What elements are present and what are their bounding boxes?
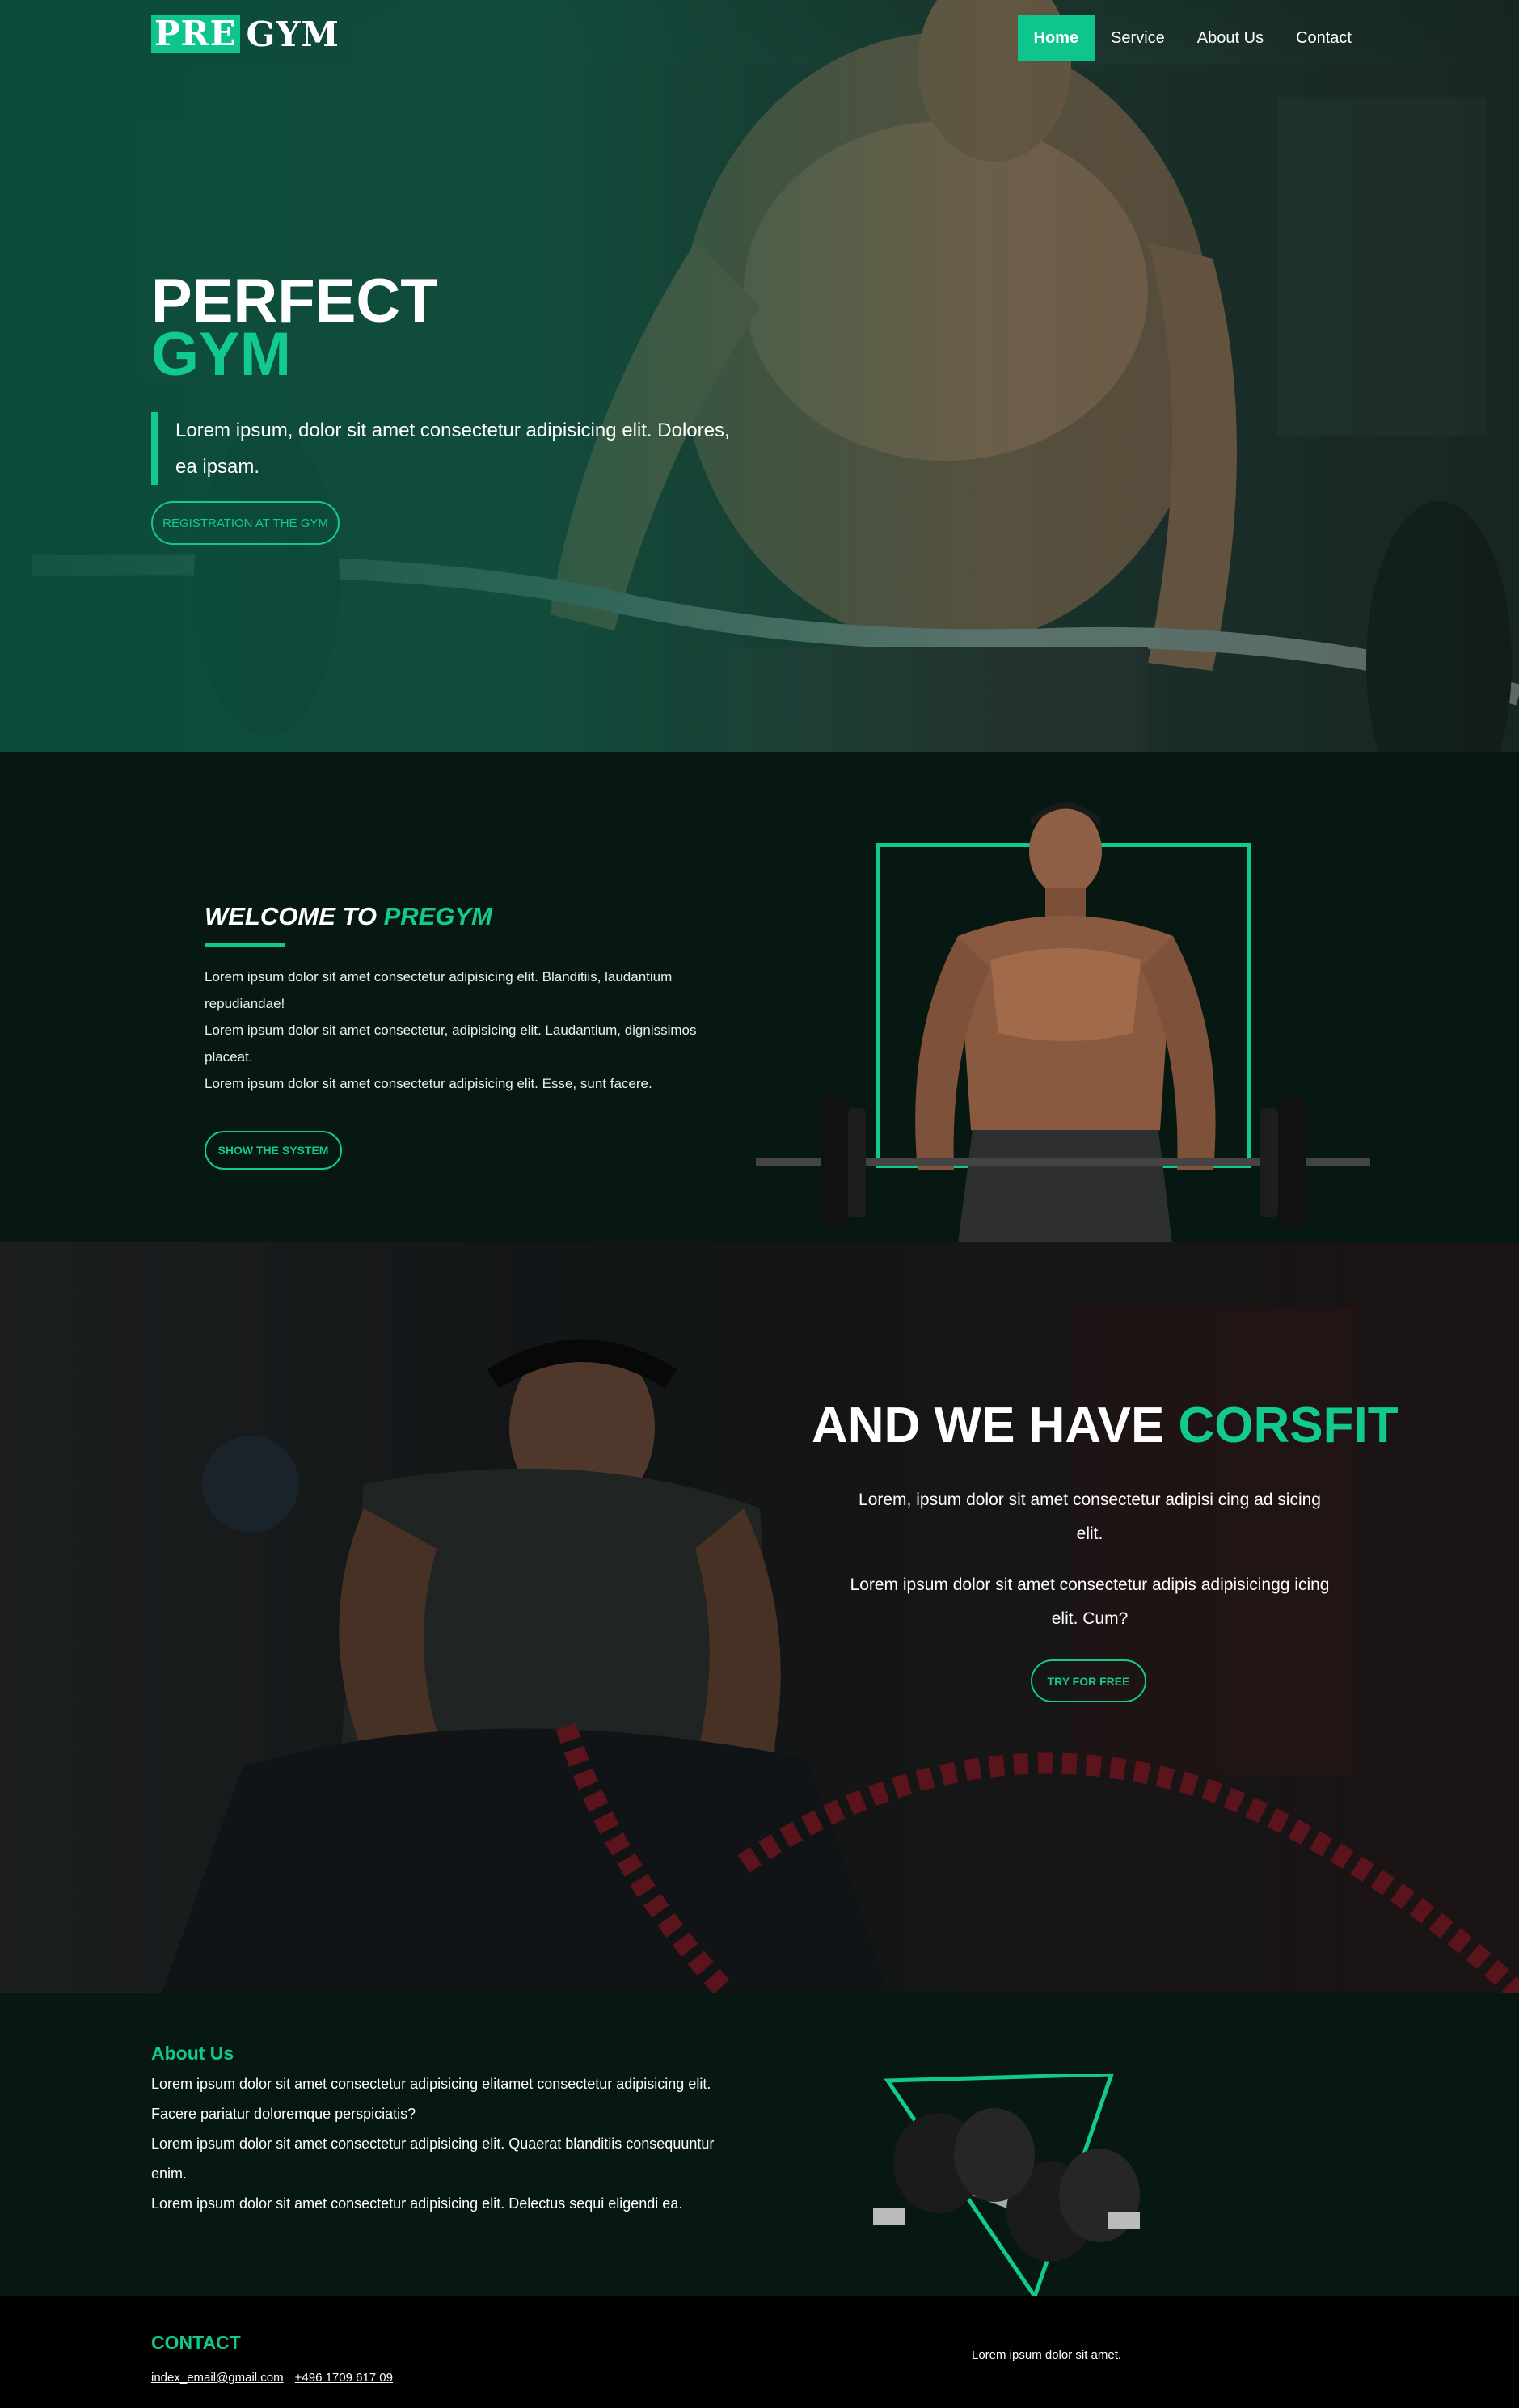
register-button[interactable]: REGISTRATION AT THE GYM: [151, 501, 340, 545]
crossfit-title-prefix: AND WE HAVE: [812, 1398, 1179, 1453]
welcome-text-line: Lorem ipsum dolor sit amet consectetur, …: [205, 1023, 697, 1065]
about-text: Lorem ipsum dolor sit amet consectetur a…: [151, 2069, 733, 2219]
hero-title-line2: GYM: [151, 320, 292, 389]
crossfit-section: AND WE HAVE CORSFIT Lorem, ipsum dolor s…: [0, 1242, 1519, 1993]
welcome-title-prefix: WELCOME TO: [205, 902, 384, 930]
nav-about-us[interactable]: About Us: [1181, 15, 1280, 61]
show-system-button[interactable]: SHOW THE SYSTEM: [205, 1131, 342, 1170]
crossfit-text-1: Lorem, ipsum dolor sit amet consectetur …: [859, 1491, 1321, 1543]
logo[interactable]: PRE GYM: [151, 14, 340, 54]
hero-title: PERFECT GYM: [151, 271, 438, 389]
welcome-text-line: Lorem ipsum dolor sit amet consectetur a…: [205, 1076, 652, 1091]
contact-title: CONTACT: [151, 2332, 241, 2353]
welcome-text: Lorem ipsum dolor sit amet consectetur a…: [205, 964, 722, 1097]
nav-contact[interactable]: Contact: [1280, 15, 1368, 61]
dumbbell-image: [873, 2074, 1140, 2301]
hero-section: PRE GYM Home Service About Us Contact PE…: [0, 0, 1519, 752]
nav-home[interactable]: Home: [1017, 15, 1095, 61]
about-text-line: Lorem ipsum dolor sit amet consectetur a…: [151, 2076, 711, 2122]
logo-part-gym: GYM: [246, 14, 340, 54]
about-text-line: Lorem ipsum dolor sit amet consectetur a…: [151, 2195, 683, 2212]
crossfit-title: AND WE HAVE CORSFIT: [812, 1397, 1399, 1454]
crossfit-text-2: Lorem ipsum dolor sit amet consectetur a…: [850, 1575, 1330, 1628]
about-text-line: Lorem ipsum dolor sit amet consectetur a…: [151, 2136, 715, 2182]
contact-links: index_email@gmail.com +496 1709 617 09: [151, 2371, 393, 2385]
nav-service[interactable]: Service: [1095, 15, 1181, 61]
welcome-section: WELCOME TO PREGYM Lorem ipsum dolor sit …: [0, 752, 1519, 1348]
welcome-title-accent: PREGYM: [383, 902, 492, 930]
footer: CONTACT index_email@gmail.com +496 1709 …: [0, 2296, 1519, 2408]
footer-note: Lorem ipsum dolor sit amet.: [972, 2348, 1122, 2362]
about-section: About Us Lorem ipsum dolor sit amet cons…: [0, 1993, 1519, 2301]
main-nav: Home Service About Us Contact: [1017, 15, 1368, 61]
welcome-title: WELCOME TO PREGYM: [205, 902, 492, 931]
title-underline: [205, 943, 285, 947]
logo-part-pre: PRE: [151, 15, 240, 53]
try-free-button[interactable]: TRY FOR FREE: [1031, 1659, 1146, 1702]
about-title: About Us: [151, 2043, 234, 2064]
email-link[interactable]: index_email@gmail.com: [151, 2371, 284, 2385]
phone-link[interactable]: +496 1709 617 09: [295, 2371, 393, 2385]
hero-description: Lorem ipsum, dolor sit amet consectetur …: [151, 412, 733, 485]
crossfit-title-accent: CORSFIT: [1178, 1398, 1399, 1453]
welcome-text-line: Lorem ipsum dolor sit amet consectetur a…: [205, 969, 673, 1011]
